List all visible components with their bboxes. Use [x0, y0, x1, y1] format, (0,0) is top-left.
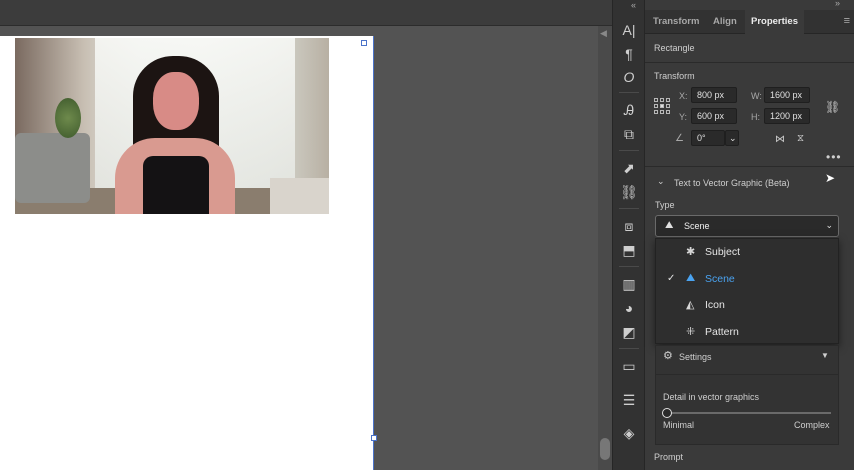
artboards-panel-icon[interactable]: ⬒	[618, 240, 640, 260]
text-to-vector-heading: Text to Vector Graphic (Beta)	[674, 178, 790, 188]
application-top-bar	[0, 0, 612, 26]
menu-item-label: Icon	[705, 299, 725, 311]
flip-horizontal-icon[interactable]: ⋈	[775, 134, 785, 145]
subject-icon: ✱	[686, 246, 696, 258]
selection-handle-bottom-right[interactable]	[371, 435, 377, 441]
h-label: H:	[751, 112, 760, 122]
scene-icon: ⛰	[665, 220, 674, 231]
pattern-icon: ⁜	[686, 326, 696, 338]
detail-min-label: Minimal	[663, 420, 695, 430]
export-panel-icon[interactable]: ⬈	[618, 158, 640, 178]
w-label: W:	[751, 91, 762, 101]
photo-person-face	[153, 72, 199, 130]
chevron-down-icon: ⌄	[825, 220, 833, 230]
object-type-label: Rectangle	[654, 43, 695, 53]
more-options-icon[interactable]: •••	[826, 150, 842, 164]
transparency-panel-icon[interactable]: ▭	[618, 356, 640, 376]
icon-type-icon: ◭	[686, 299, 695, 311]
w-field[interactable]: 1600 px	[764, 87, 810, 103]
y-field[interactable]: 600 px	[691, 108, 737, 124]
canvas-area[interactable]	[0, 26, 598, 470]
gear-icon[interactable]: ⚙	[663, 349, 673, 362]
glyphs-panel-icon[interactable]: Ꭿ	[618, 100, 640, 120]
opentype-panel-icon[interactable]: O	[618, 67, 640, 87]
checkmark-icon: ✓	[667, 273, 676, 284]
x-field[interactable]: 800 px	[691, 87, 737, 103]
scroll-thumb[interactable]	[600, 438, 610, 460]
menu-item-scene[interactable]: ✓ ⛰ Scene	[656, 266, 840, 292]
x-label: X:	[679, 91, 688, 101]
panel-collapse-icon[interactable]: »	[835, 0, 840, 8]
detail-label: Detail in vector graphics	[663, 392, 760, 402]
type-label: Type	[655, 200, 675, 210]
scene-icon: ⛰	[686, 272, 696, 284]
links-panel-icon[interactable]: ⛓	[618, 182, 640, 202]
menu-item-subject[interactable]: ✱ Subject	[656, 239, 840, 265]
photo-plant	[55, 98, 81, 138]
collapse-arrows-icon[interactable]: «	[631, 0, 636, 10]
type-dropdown-menu: ✱ Subject ✓ ⛰ Scene ◭ Icon ⁜ Pattern	[655, 238, 839, 344]
canvas-vertical-scrollbar[interactable]: ◀	[598, 26, 612, 470]
y-label: Y:	[679, 112, 688, 122]
color-panel-icon[interactable]: ◕	[618, 298, 640, 318]
constrain-proportions-icon[interactable]: ⛓	[825, 100, 840, 114]
settings-label[interactable]: Settings	[679, 352, 712, 362]
type-dropdown[interactable]: ⛰ Scene ⌄	[655, 215, 839, 237]
align-panel-icon[interactable]: ☰	[618, 390, 640, 410]
properties-panel: » Transform Align Properties ≡ Rectangle…	[645, 0, 854, 470]
transform-heading: Transform	[654, 71, 695, 81]
type-dropdown-value: Scene	[684, 221, 710, 231]
menu-item-label: Subject	[705, 246, 741, 258]
character-panel-icon[interactable]: A|	[618, 20, 640, 40]
selection-handle-top-right[interactable]	[361, 40, 367, 46]
menu-item-label: Pattern	[705, 326, 739, 338]
panel-tabs: Transform Align Properties ≡	[645, 10, 854, 34]
menu-item-pattern[interactable]: ⁜ Pattern	[656, 319, 840, 345]
layers-panel-icon[interactable]: ◈	[618, 423, 640, 443]
char-styles-panel-icon[interactable]: ⧉	[618, 124, 640, 144]
detail-slider-track[interactable]	[665, 412, 831, 414]
angle-icon: ∠	[675, 133, 684, 144]
detail-max-label: Complex	[794, 420, 830, 430]
paragraph-panel-icon[interactable]: ¶	[618, 44, 640, 64]
image-trace-panel-icon[interactable]: ▥	[618, 274, 640, 294]
photo-sofa	[15, 133, 90, 203]
angle-dropdown[interactable]: ⌄	[725, 130, 739, 146]
pathfinder-panel-icon[interactable]: ⧈	[618, 216, 640, 236]
tab-properties[interactable]: Properties	[745, 10, 804, 34]
settings-caret-icon[interactable]: ▼	[821, 351, 829, 360]
mouse-cursor-icon: ➤	[825, 171, 836, 185]
angle-field[interactable]: 0°	[691, 130, 725, 146]
photo-person-top	[143, 156, 209, 214]
gradient-panel-icon[interactable]: ◩	[618, 322, 640, 342]
flip-vertical-icon[interactable]: ⧖	[797, 133, 804, 144]
placed-photo[interactable]	[15, 38, 329, 214]
prompt-label: Prompt	[654, 452, 684, 462]
menu-item-icon[interactable]: ◭ Icon	[656, 292, 840, 318]
tab-align[interactable]: Align	[713, 10, 737, 34]
scroll-up-arrow-icon[interactable]: ◀	[600, 28, 607, 39]
section-collapse-chevron-icon[interactable]: ⌄	[657, 176, 665, 187]
tab-transform[interactable]: Transform	[653, 10, 699, 34]
h-field[interactable]: 1200 px	[764, 108, 810, 124]
photo-desk	[270, 178, 329, 214]
detail-slider-knob[interactable]	[662, 408, 672, 418]
menu-item-label: Scene	[705, 273, 735, 285]
artboard[interactable]	[0, 36, 374, 470]
panel-icon-strip: « A| ¶ O Ꭿ ⧉ ⬈ ⛓ ⧈ ⬒ ▥ ◕ ◩ ▭ ☰ ◈	[612, 0, 645, 470]
reference-point-icon[interactable]	[654, 98, 670, 114]
panel-menu-icon[interactable]: ≡	[844, 15, 850, 27]
